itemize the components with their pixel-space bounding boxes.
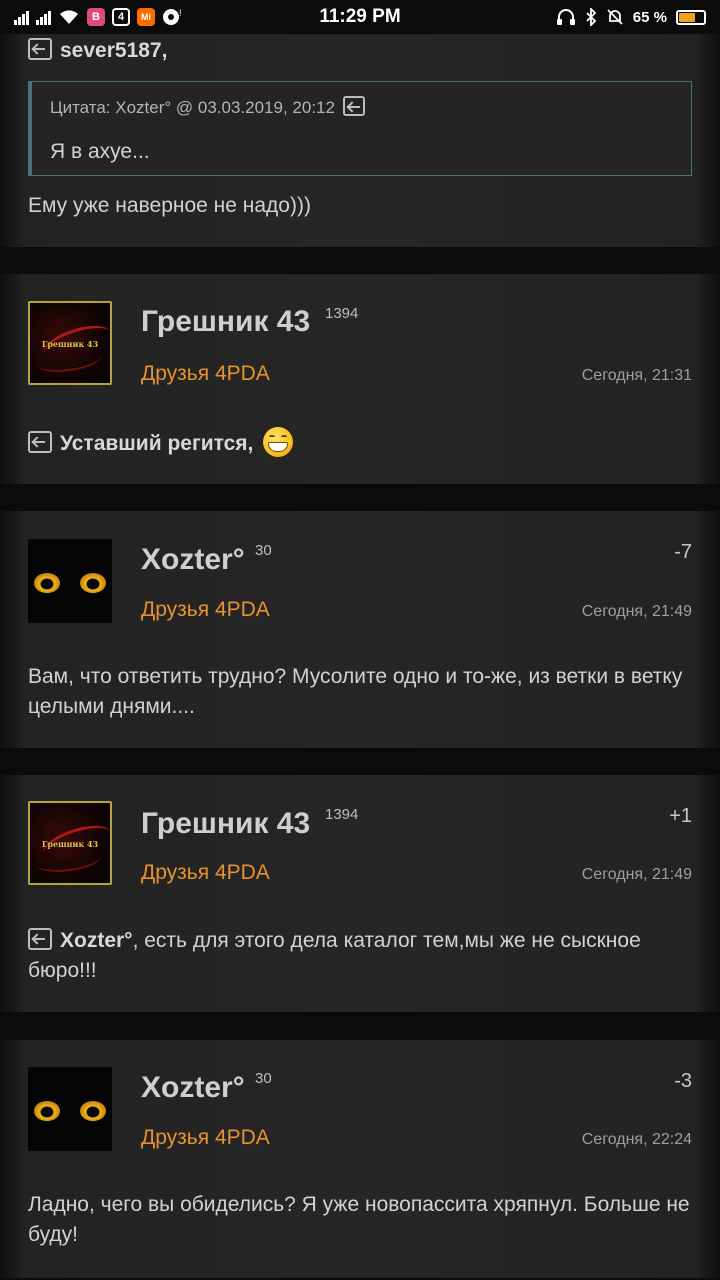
status-right: 65 % (556, 8, 706, 26)
app-icon-b: B (87, 8, 105, 26)
author-name[interactable]: Грешник 43 (141, 807, 310, 841)
signal-icon (14, 9, 29, 25)
svg-text:!: ! (179, 8, 182, 18)
post-card: Грешник 43 Грешник 43 1394 +1 Друзья 4PD… (0, 775, 720, 1012)
post-message: Вам, что ответить трудно? Мусолите одно … (28, 665, 683, 718)
reputation-count[interactable]: 30 (255, 1070, 272, 1087)
post-time: Сегодня, 21:31 (581, 367, 692, 384)
avatar-label: Грешник 43 (41, 839, 99, 849)
reply-username[interactable]: sever5187, (60, 39, 167, 62)
eye-left (34, 1101, 60, 1121)
avatar-label: Грешник 43 (41, 339, 99, 349)
reply-icon[interactable] (28, 928, 52, 950)
eye-right (80, 1101, 106, 1121)
app-icon-mi: Mi (137, 8, 155, 26)
author-name[interactable]: Грешник 43 (141, 305, 310, 339)
quote-header-text: Цитата: Xozter° @ 03.03.2019, 20:12 (50, 98, 335, 117)
message-icon: ! (163, 8, 182, 25)
grin-emoji-icon (263, 427, 294, 457)
post-card: Xozter° 30 -3 Друзья 4PDA Сегодня, 22:24… (0, 1040, 720, 1278)
avatar[interactable]: Грешник 43 (28, 301, 112, 385)
mute-bell-icon (607, 9, 623, 25)
status-left: B 4 Mi ! (14, 8, 294, 26)
eye-left (34, 573, 60, 593)
quote-text: Я в ахуе... (50, 140, 150, 163)
author-name[interactable]: Xozter° (141, 1071, 245, 1105)
karma-score[interactable]: +1 (669, 805, 692, 828)
user-group: Друзья 4PDA (141, 362, 270, 385)
bluetooth-icon (586, 8, 597, 26)
user-group: Друзья 4PDA (141, 861, 270, 884)
reply-line: sever5187, (28, 36, 692, 66)
reputation-count[interactable]: 1394 (325, 305, 358, 322)
reputation-count[interactable]: 1394 (325, 806, 358, 823)
author-name[interactable]: Xozter° (141, 543, 245, 577)
post-card-partial: sever5187, Цитата: Xozter° @ 03.03.2019,… (0, 34, 720, 247)
headphones-icon (556, 9, 575, 25)
quote-jump-icon[interactable] (342, 96, 365, 116)
user-group: Друзья 4PDA (141, 598, 270, 621)
post-time: Сегодня, 21:49 (581, 603, 692, 620)
reply-icon[interactable] (28, 431, 52, 453)
reply-username[interactable]: Xozter° (60, 929, 133, 952)
post-card: Xozter° 30 -7 Друзья 4PDA Сегодня, 21:49… (0, 511, 720, 748)
app-icon-4pda: 4 (112, 8, 130, 26)
quote-header: Цитата: Xozter° @ 03.03.2019, 20:12 (50, 96, 365, 118)
battery-icon (676, 9, 706, 25)
battery-percent: 65 % (632, 8, 667, 26)
eye-right (80, 573, 106, 593)
post-time: Сегодня, 22:24 (581, 1131, 692, 1148)
wifi-icon (60, 10, 78, 24)
signal-icon-2 (36, 9, 51, 25)
avatar[interactable]: Грешник 43 (28, 801, 112, 885)
status-bar: B 4 Mi ! 11:29 PM 65 % (0, 0, 720, 34)
post-message: Ему уже наверное не надо))) (28, 194, 311, 217)
avatar[interactable] (28, 1067, 112, 1151)
reputation-count[interactable]: 30 (255, 542, 272, 559)
post-card: Грешник 43 Грешник 43 1394 Друзья 4PDA С… (0, 274, 720, 484)
user-group: Друзья 4PDA (141, 1126, 270, 1149)
quote-block: Цитата: Xozter° @ 03.03.2019, 20:12 Я в … (28, 81, 692, 176)
post-message: Ладно, чего вы обиделись? Я уже новопасс… (28, 1193, 690, 1246)
post-message: Xozter°, есть для этого дела каталог тем… (28, 926, 692, 986)
karma-score[interactable]: -3 (674, 1070, 692, 1093)
post-time: Сегодня, 21:49 (581, 866, 692, 883)
reply-icon[interactable] (28, 38, 52, 60)
avatar[interactable] (28, 539, 112, 623)
post-message: Уставший регится, (28, 427, 692, 459)
reply-username[interactable]: Уставший регится, (60, 432, 253, 455)
karma-score[interactable]: -7 (674, 541, 692, 564)
